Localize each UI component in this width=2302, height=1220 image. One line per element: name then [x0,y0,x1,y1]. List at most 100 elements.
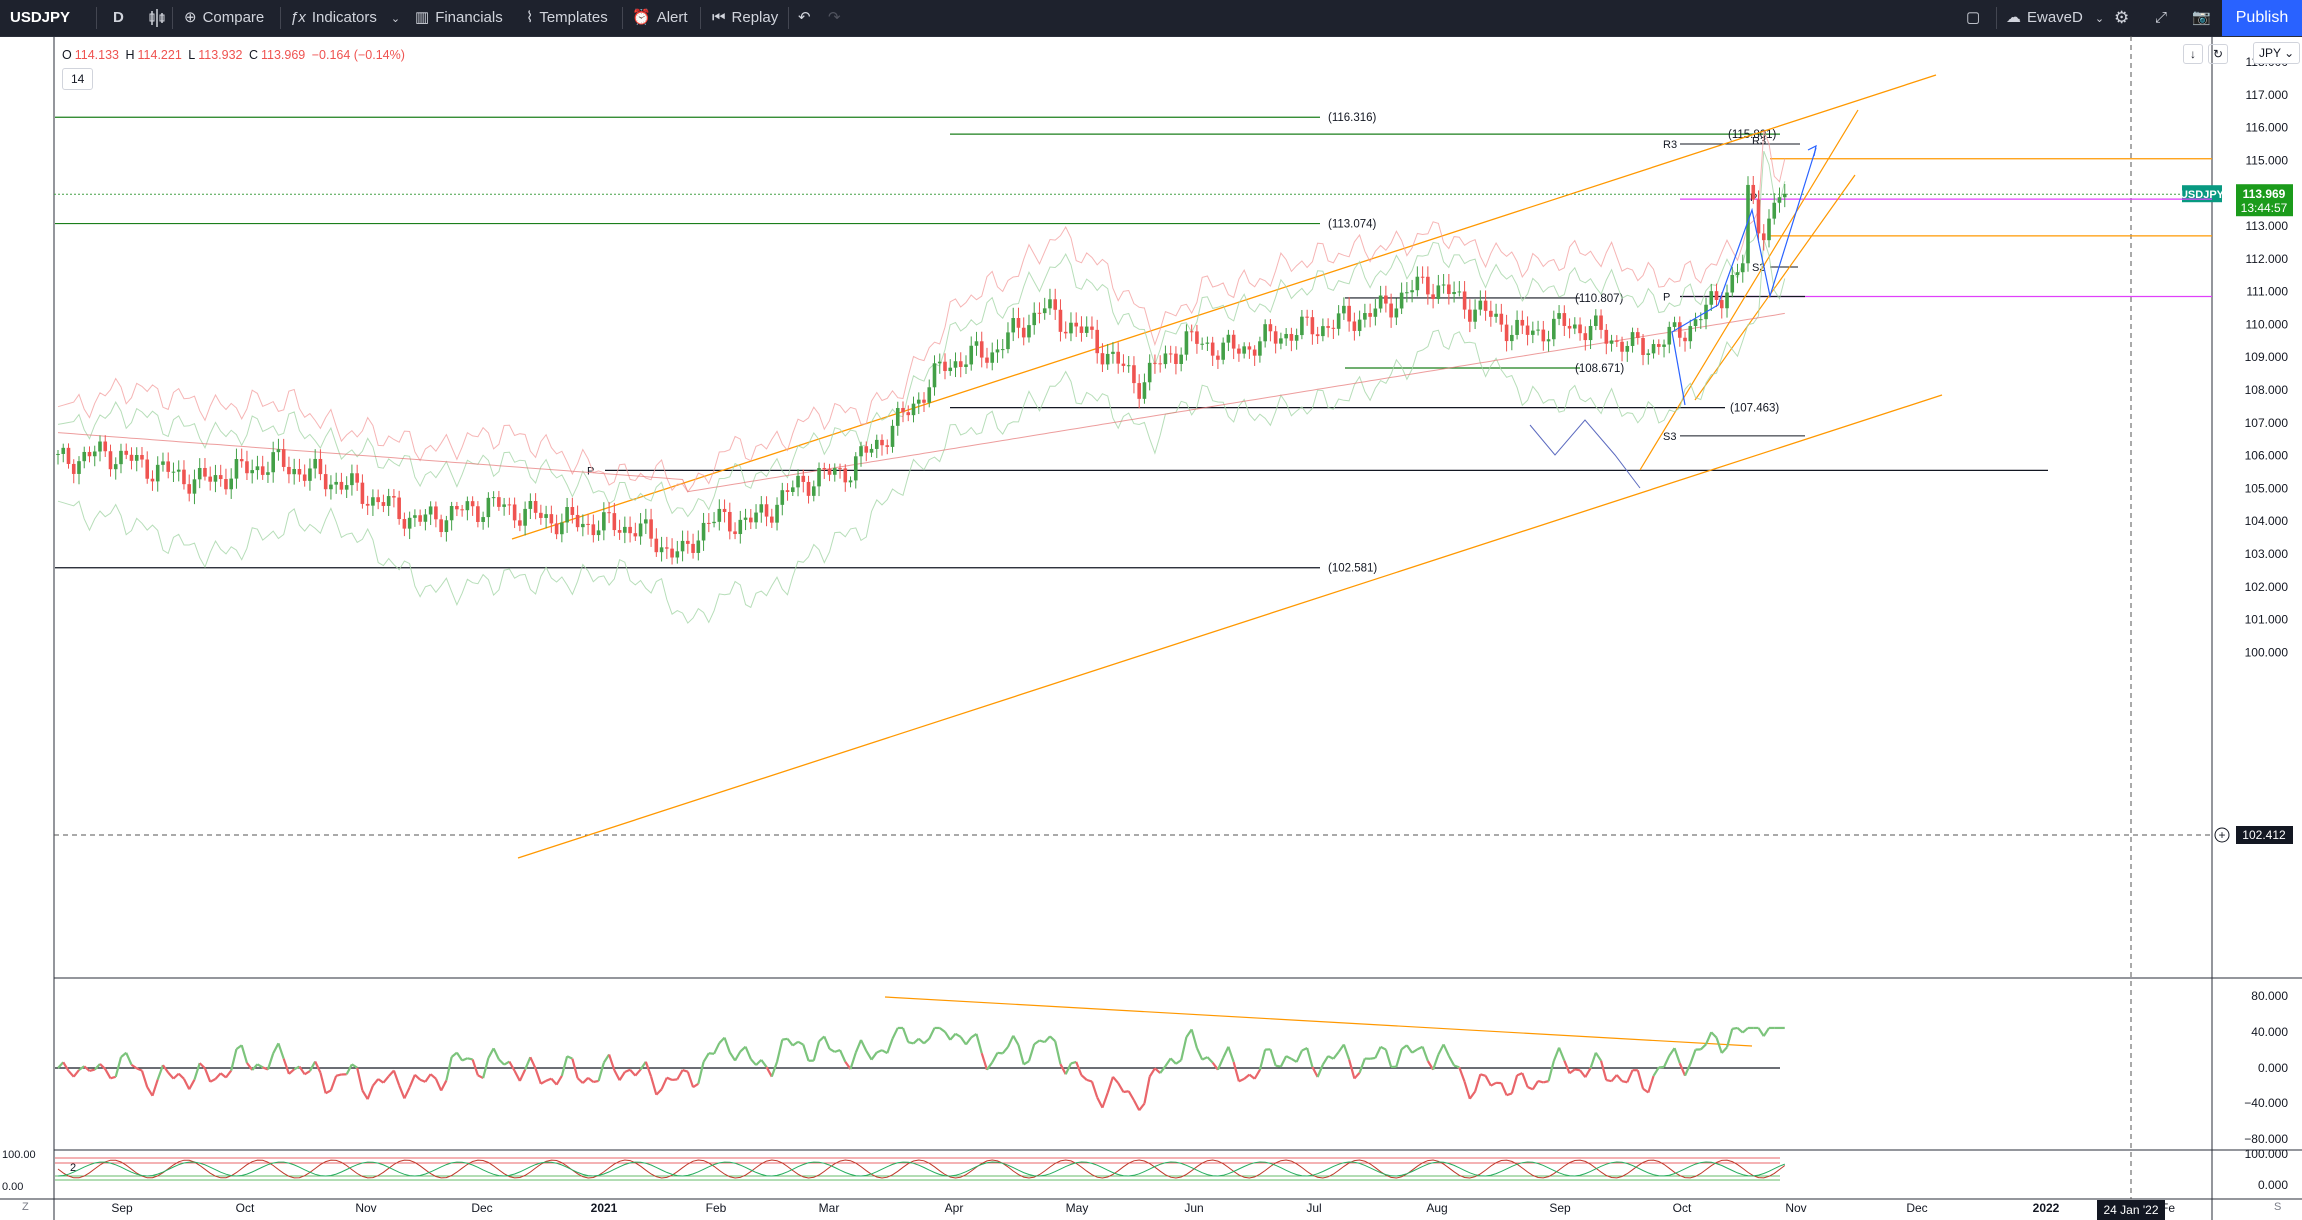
interval-button[interactable]: D [113,0,124,36]
candle-body [98,441,102,452]
candle-body [1100,353,1105,365]
last-price: 113.969 [2243,187,2286,201]
pivot-label: S3 [1663,431,1676,443]
price-axis-label: 107.000 [2245,416,2289,430]
templates-button[interactable]: ⌇ Templates [526,0,608,36]
rsi-line-segment [582,1077,589,1084]
candle-body [738,519,743,535]
replay-button[interactable]: ⏮ Replay [712,0,778,36]
rsi-line-segment [1080,1074,1088,1081]
candle-body [1546,339,1551,342]
rsi-line-segment [1463,1081,1471,1100]
price-chart[interactable]: 118.000117.000116.000115.000114.000113.0… [0,36,2302,1220]
candle-body [386,496,391,506]
rsi-line-segment [1211,1061,1219,1071]
candle-body [1326,326,1330,328]
rsi-line-segment [1689,1049,1697,1065]
candle-body [628,526,632,534]
templates-icon: ⌇ [526,9,534,26]
rsi-line-segment [1054,1040,1062,1065]
candle-body [260,466,265,475]
rsi-line-segment [1705,1031,1713,1045]
candle-body [297,469,302,475]
chart-type-button[interactable] [148,0,166,36]
candle-body [203,467,207,477]
candle-body [1552,318,1556,340]
candle-body [696,540,701,553]
candle-body [1777,197,1782,203]
rsi-line-segment [1127,1090,1135,1101]
s-icon[interactable]: S [2274,1201,2281,1213]
rsi-line-segment [1342,1044,1351,1060]
channel-lower-line [517,394,1943,859]
candle-body [1242,346,1246,354]
candle-body [287,466,291,475]
indicator-length-box[interactable]: 14 [62,68,94,90]
reset-scale-button[interactable]: ↻ [2208,44,2228,64]
cloud-icon: ☁ [2006,9,2021,26]
rsi-line-segment [1027,1043,1036,1062]
rsi-line-segment [1384,1049,1393,1068]
price-axis-label: 115.000 [2246,153,2289,167]
fullscreen-toggle-button[interactable]: ▢ [1966,0,1980,36]
candle-body [1735,272,1740,276]
candle-body [1483,300,1488,311]
rsi-line-segment [203,1067,212,1083]
z-icon[interactable]: Z [22,1201,29,1213]
rsi-line-segment [660,1077,668,1090]
rsi-line-segment [1143,1076,1151,1104]
candle-body [1116,351,1120,364]
price-axis-label: 117.000 [2246,88,2289,102]
rsi-line-segment [304,1070,311,1076]
add-alert-plus: + [2218,828,2225,842]
layout-button[interactable]: ☁ EwaveD ⌄ [2006,0,2104,36]
candle-body [633,533,638,537]
rsi-line-segment [1442,1043,1450,1057]
rsi-line-segment [1201,1056,1208,1061]
rsi-line-segment [1064,1062,1072,1075]
rsi-line-segment [655,1088,663,1096]
rsi-line-segment [419,1078,426,1083]
scroll-down-button[interactable]: ↓ [2183,44,2203,64]
rsi-line-segment [62,1061,70,1072]
rsi-line-segment [1012,1035,1020,1046]
publish-button[interactable]: Publish [2222,0,2302,36]
rsi-line-segment [954,1032,962,1038]
countdown-timer: 13:44:57 [2241,201,2288,215]
indicators-button[interactable]: ƒx Indicators ⌄ [290,0,400,36]
rsi-line-segment [1584,1067,1592,1078]
rsi-line-segment [125,1052,133,1066]
compare-button[interactable]: ⊕ Compare [184,0,264,36]
plus-circle-icon: ⊕ [184,9,197,26]
candle-body [654,538,659,553]
candle-body [1709,291,1714,305]
redo-button[interactable]: ↷ [828,0,841,36]
symbol-search-button[interactable]: USDJPY [10,0,70,36]
candle-body [1247,346,1252,350]
screenshot-button[interactable]: 📷 [2192,0,2211,36]
redo-icon: ↷ [828,9,841,26]
open-label: O [62,48,72,62]
candle-body [979,341,984,358]
candle-body [932,363,937,388]
fullscreen-button[interactable]: ⤢ [2155,0,2167,36]
candle-body [1252,349,1257,356]
rsi-line-segment [593,1079,599,1084]
candle-body [1000,349,1005,351]
candle-body [439,519,443,533]
alert-button[interactable]: ⏰ Alert [632,0,688,36]
candle-body [827,468,832,475]
candle-body [1121,363,1126,366]
price-axis-label: 113.000 [2246,219,2289,233]
candle-body [581,523,585,528]
rsi-line-segment [912,1037,920,1045]
candle-body [1531,330,1535,335]
layout-name: EwaveD [2027,9,2083,26]
currency-selector[interactable]: JPY ⌄ [2253,42,2301,64]
price-axis-label: 104.000 [2245,514,2289,528]
undo-button[interactable]: ↶ [798,0,811,36]
rsi-line-segment [797,1040,804,1046]
candle-body [832,468,837,475]
financials-button[interactable]: ▥ Financials [415,0,503,36]
settings-button[interactable]: ⚙ [2114,0,2129,36]
